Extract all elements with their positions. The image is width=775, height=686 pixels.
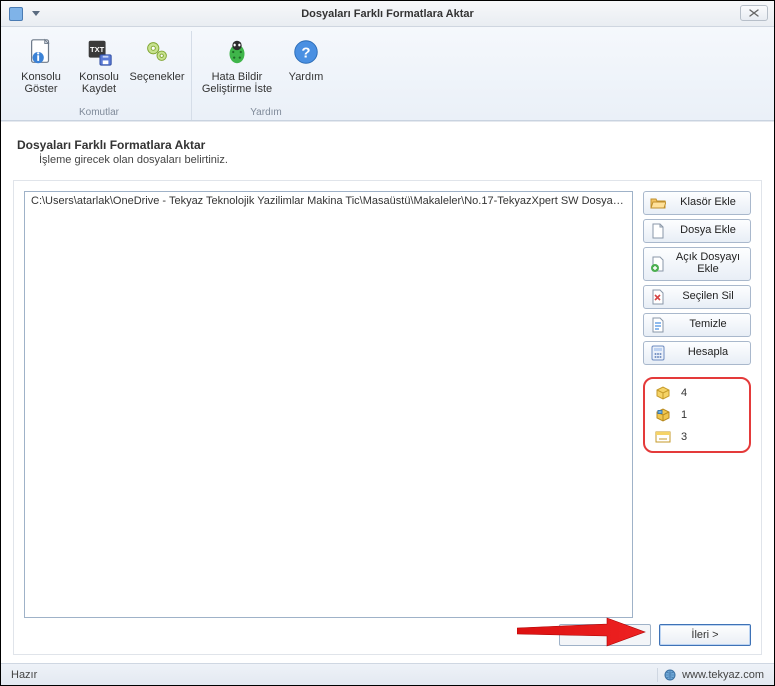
ribbon-group-commands-title: Komutlar — [13, 104, 185, 120]
calc-icon — [650, 345, 666, 361]
add-file-label: Dosya Ekle — [672, 225, 744, 237]
options-label: Seçenekler — [129, 71, 184, 83]
assembly-icon — [655, 407, 671, 423]
ribbon-group-commands: KonsoluGöster TXT KonsoluKaydet — [7, 31, 191, 120]
window-title: Dosyaları Farklı Formatlara Aktar — [1, 8, 774, 20]
save-console-label: KonsoluKaydet — [79, 71, 119, 95]
count-drawings-value: 3 — [681, 431, 687, 443]
next-button[interactable]: İleri > — [659, 624, 751, 646]
calculate-label: Hesapla — [672, 347, 744, 359]
statusbar: Hazır www.tekyaz.com — [1, 663, 774, 685]
file-delete-icon — [650, 289, 666, 305]
gears-icon — [141, 36, 173, 68]
count-parts: 4 — [649, 385, 745, 401]
delete-selected-label: Seçilen Sil — [672, 291, 744, 303]
clear-label: Temizle — [672, 319, 744, 331]
delete-selected-button[interactable]: Seçilen Sil — [643, 285, 751, 309]
report-bug-label: Hata BildirGeliştirme İste — [202, 71, 272, 95]
bug-icon — [221, 36, 253, 68]
wizard-subtitle: İşleme girecek olan dosyaları belirtiniz… — [39, 154, 758, 166]
globe-icon — [664, 669, 676, 681]
titlebar: Dosyaları Farklı Formatlara Aktar — [1, 1, 774, 27]
info-page-icon — [25, 36, 57, 68]
list-item[interactable]: C:\Users\atarlak\OneDrive - Tekyaz Tekno… — [25, 192, 632, 210]
show-console-label: KonsoluGöster — [21, 71, 61, 95]
app-icon — [9, 7, 23, 21]
add-open-file-button[interactable]: Açık DosyayıEkle — [643, 247, 751, 281]
calculate-button[interactable]: Hesapla — [643, 341, 751, 365]
add-file-button[interactable]: Dosya Ekle — [643, 219, 751, 243]
ribbon-group-help-title: Yardım — [198, 104, 334, 120]
part-icon — [655, 385, 671, 401]
status-text: Hazır — [11, 669, 37, 681]
status-separator — [657, 668, 658, 682]
svg-text:TXT: TXT — [90, 45, 105, 54]
nav-row: İleri > — [24, 624, 751, 648]
count-drawings: 3 — [649, 429, 745, 445]
folder-open-icon — [650, 195, 666, 211]
next-label: İleri > — [691, 629, 718, 641]
add-folder-label: Klasör Ekle — [672, 197, 744, 209]
count-assemblies-value: 1 — [681, 409, 687, 421]
clear-button[interactable]: Temizle — [643, 313, 751, 337]
ribbon: KonsoluGöster TXT KonsoluKaydet — [1, 27, 774, 121]
quick-access-dropdown[interactable] — [29, 7, 43, 21]
counts-highlight: 4 1 3 — [643, 377, 751, 453]
wizard-body: C:\Users\atarlak\OneDrive - Tekyaz Tekno… — [13, 180, 762, 655]
svg-text:?: ? — [301, 45, 310, 62]
close-button[interactable] — [740, 5, 768, 21]
show-console-button[interactable]: KonsoluGöster — [13, 31, 69, 104]
status-url[interactable]: www.tekyaz.com — [682, 669, 764, 681]
help-button[interactable]: ? Yardım — [278, 31, 334, 104]
side-buttons: Klasör Ekle Dosya Ekle Açık DosyayıEkle — [643, 191, 751, 618]
drawing-icon — [655, 429, 671, 445]
report-bug-button[interactable]: Hata BildirGeliştirme İste — [198, 31, 276, 104]
options-button[interactable]: Seçenekler — [129, 31, 185, 104]
file-list[interactable]: C:\Users\atarlak\OneDrive - Tekyaz Tekno… — [24, 191, 633, 618]
txt-save-icon: TXT — [83, 36, 115, 68]
wizard-title: Dosyaları Farklı Formatlara Aktar — [17, 138, 758, 152]
wizard-panel: Dosyaları Farklı Formatlara Aktar İşleme… — [1, 121, 774, 663]
ribbon-group-help: Hata BildirGeliştirme İste ? Yardım Yard… — [191, 31, 340, 120]
count-parts-value: 4 — [681, 387, 687, 399]
back-button[interactable] — [559, 624, 651, 646]
add-folder-button[interactable]: Klasör Ekle — [643, 191, 751, 215]
save-console-button[interactable]: TXT KonsoluKaydet — [71, 31, 127, 104]
add-open-file-label: Açık DosyayıEkle — [672, 252, 744, 275]
help-icon: ? — [290, 36, 322, 68]
file-icon — [650, 223, 666, 239]
wizard-header: Dosyaları Farklı Formatlara Aktar İşleme… — [13, 132, 762, 180]
count-assemblies: 1 — [649, 407, 745, 423]
clear-icon — [650, 317, 666, 333]
file-plus-icon — [650, 256, 666, 272]
help-label: Yardım — [289, 71, 324, 83]
